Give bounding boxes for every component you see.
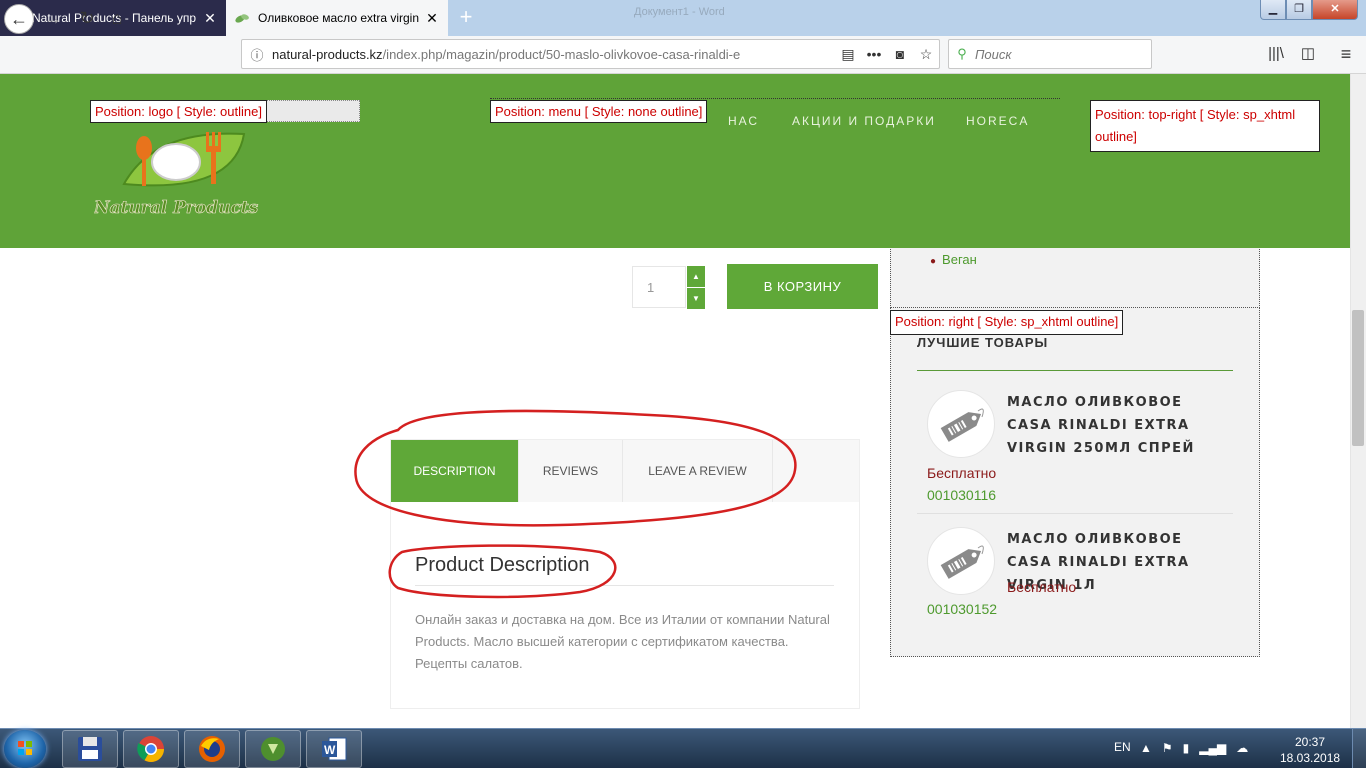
forward-button[interactable]: → [38, 4, 68, 34]
divider [917, 513, 1233, 514]
start-button[interactable] [4, 730, 46, 768]
network-signal-icon[interactable]: ▂▄▆ [1199, 741, 1226, 755]
logo-text: Natural Products [94, 198, 259, 218]
taskbar-app-floppy[interactable] [62, 730, 118, 768]
bookmark-star-icon[interactable]: ☆ [913, 46, 939, 63]
divider [415, 585, 834, 586]
save-floppy-icon [78, 737, 102, 761]
clock-time: 20:37 [1294, 735, 1326, 749]
taskbar-app-firefox[interactable] [184, 730, 240, 768]
sidebar-icon[interactable]: ◫ [1296, 42, 1320, 66]
product-thumbnail[interactable] [927, 527, 995, 595]
search-icon: ⚲ [957, 46, 967, 61]
tab-reviews[interactable]: REVIEWS [519, 440, 623, 502]
price-tag-icon [940, 408, 984, 442]
position-label-top-right: Position: top-right [ Style: sp_xhtml ou… [1090, 100, 1320, 152]
quantity-decrement-button[interactable]: ▼ [687, 288, 705, 309]
hamburger-menu-icon[interactable]: ≡ [1334, 42, 1358, 66]
quantity-input[interactable]: 1 [632, 266, 686, 308]
search-placeholder: Поиск [975, 46, 1012, 62]
windows-logo-icon [18, 741, 32, 755]
info-icon[interactable]: ⓘ [242, 45, 272, 64]
cloud-sync-icon[interactable]: ☁ [1236, 741, 1248, 755]
url-host: natural-products.kz [272, 46, 383, 62]
menu-item-horeca[interactable]: HORECA [966, 114, 1029, 128]
svg-text:W: W [324, 743, 336, 757]
position-label-logo: Position: logo [ Style: outline] [90, 100, 267, 123]
divider [917, 370, 1233, 371]
clock-date: 18.03.2018 [1280, 751, 1341, 765]
taskbar-app-chrome[interactable] [123, 730, 179, 768]
description-heading: Product Description [415, 554, 590, 576]
more-actions-icon[interactable]: ••• [861, 46, 887, 62]
natural-products-logo[interactable]: Natural Products [94, 124, 270, 220]
back-button[interactable]: ← [4, 4, 34, 34]
product-sku: 001030152 [927, 601, 998, 617]
firefox-icon [199, 736, 225, 762]
tab-close-icon[interactable]: ✕ [202, 10, 218, 27]
taskbar-app-word[interactable]: W [306, 730, 362, 768]
scrollbar-thumb[interactable] [1352, 310, 1364, 446]
word-icon: W [322, 737, 347, 761]
product-thumbnail[interactable] [927, 390, 995, 458]
product-price: Бесплатно [1007, 579, 1077, 595]
system-tray: ▲ ⚑ ▮ ▂▄▆ ☁ [1140, 738, 1270, 758]
leaf-icon [235, 14, 249, 23]
add-to-cart-button[interactable]: В КОРЗИНУ [727, 264, 878, 309]
library-icon[interactable]: |||\ [1264, 42, 1288, 66]
show-desktop-button[interactable] [1352, 729, 1366, 768]
bullet-icon: ● [930, 256, 937, 267]
price-tag-icon [940, 545, 984, 579]
tab-title: Оливковое масло extra virgin [258, 11, 420, 25]
product-price: Бесплатно [927, 465, 997, 481]
menu-item-about[interactable]: НАС [728, 114, 759, 128]
description-text: Онлайн заказ и доставка на дом. Все из И… [415, 612, 830, 671]
close-window-button[interactable]: ✕ [1312, 0, 1358, 20]
system-clock[interactable]: 20:37 18.03.2018 [1280, 734, 1340, 766]
tab-olive-oil[interactable]: Оливковое масло extra virgin ✕ [226, 0, 448, 36]
taskbar-app-installer[interactable] [245, 730, 301, 768]
pocket-icon[interactable]: ◙ [887, 46, 913, 62]
chrome-icon [137, 736, 165, 763]
best-products-title: ЛУЧШИЕ ТОВАРЫ [917, 335, 1049, 350]
url-path: /index.php/magazin/product/50-maslo-oliv… [382, 46, 741, 62]
url-text[interactable]: natural-products.kz/index.php/magazin/pr… [272, 47, 835, 62]
battery-icon[interactable]: ▮ [1183, 741, 1190, 755]
url-bar[interactable]: ⓘ natural-products.kz/index.php/magazin/… [241, 39, 940, 69]
position-label-right: Position: right [ Style: sp_xhtml outlin… [890, 310, 1124, 335]
window-title: Документ1 - Word [634, 6, 725, 18]
tab-leave-review[interactable]: LEAVE A REVIEW [623, 440, 773, 502]
reload-button[interactable]: ↻ [72, 4, 102, 34]
product-sku: 001030116 [927, 487, 997, 503]
language-indicator[interactable]: EN [1114, 740, 1131, 754]
quantity-increment-button[interactable]: ▲ [687, 266, 705, 287]
tray-expand-icon[interactable]: ▲ [1140, 741, 1152, 755]
minimize-button[interactable]: ▁ [1260, 0, 1286, 20]
tab-close-icon[interactable]: ✕ [424, 10, 440, 27]
position-label-menu: Position: menu [ Style: none outline] [490, 100, 708, 123]
menu-item-promotions[interactable]: АКЦИИ И ПОДАРКИ [792, 114, 936, 128]
action-center-flag-icon[interactable]: ⚑ [1162, 741, 1173, 755]
home-button[interactable]: ⌂ [102, 4, 132, 34]
new-tab-button[interactable]: + [452, 4, 480, 32]
maximize-button[interactable]: ❐ [1286, 0, 1312, 20]
search-box[interactable]: ⚲ Поиск [948, 39, 1152, 69]
tab-description[interactable]: DESCRIPTION [391, 440, 519, 502]
category-label: Веган [942, 252, 977, 267]
reader-view-icon[interactable]: ▤ [835, 46, 861, 63]
menu-position-outline [490, 98, 1060, 99]
product-name-link[interactable]: МАСЛО ОЛИВКОВОЕ CASA RINALDI EXTRA VIRGI… [1007, 391, 1227, 460]
category-item-vegan[interactable]: ● Веган [930, 252, 977, 267]
installer-icon [261, 737, 285, 761]
